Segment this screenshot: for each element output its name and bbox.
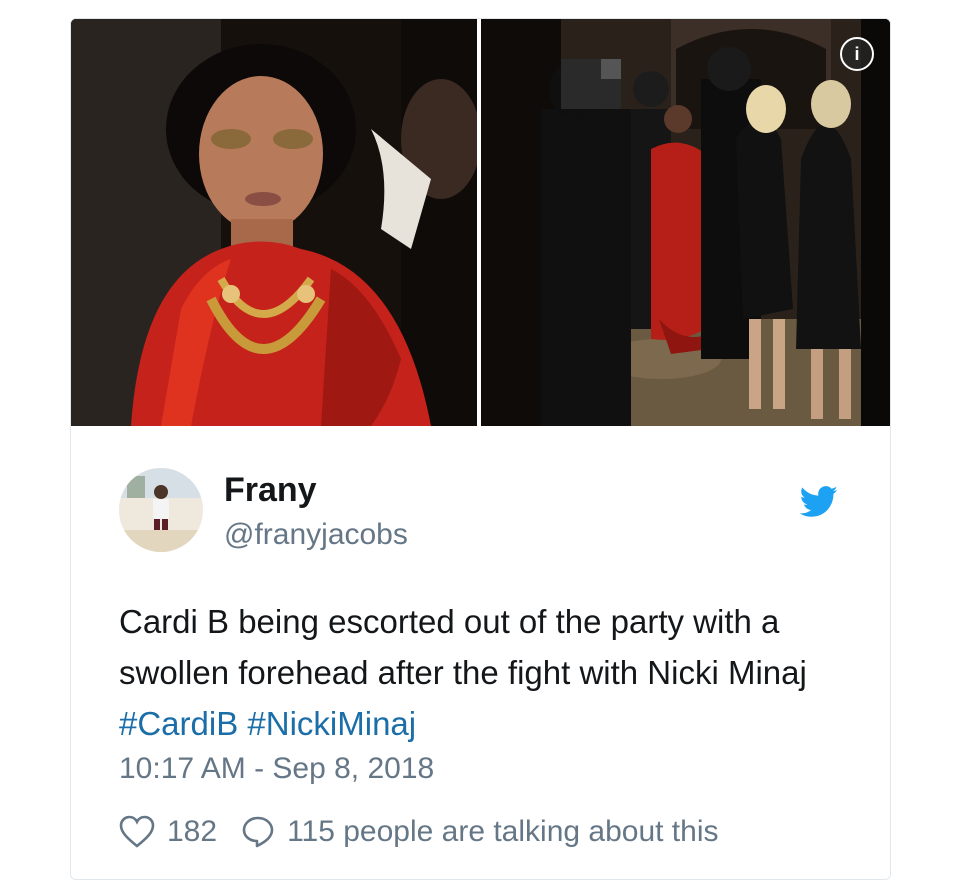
like-count[interactable]: 182 bbox=[167, 815, 217, 849]
comment-bubble-icon[interactable] bbox=[241, 815, 275, 849]
hashtag-cardib[interactable]: #CardiB bbox=[119, 705, 238, 742]
tweet-actions: 182 115 people are talking about this bbox=[119, 812, 719, 852]
avatar-illustration bbox=[119, 468, 203, 552]
hashtag-nickiminaj[interactable]: #NickiMinaj bbox=[247, 705, 416, 742]
tweet-timestamp[interactable]: 10:17 AM - Sep 8, 2018 bbox=[119, 752, 434, 786]
heart-icon[interactable] bbox=[119, 815, 155, 849]
author-handle[interactable]: @franyjacobs bbox=[224, 518, 408, 552]
avatar[interactable] bbox=[119, 468, 203, 552]
twitter-bird-icon[interactable] bbox=[799, 486, 839, 518]
tweet-text: Cardi B being escorted out of the party … bbox=[119, 596, 849, 749]
talking-about-text[interactable]: 115 people are talking about this bbox=[287, 815, 718, 849]
media-photo-right[interactable] bbox=[481, 19, 890, 426]
photo-left-illustration bbox=[71, 19, 477, 426]
author-name[interactable]: Frany bbox=[224, 471, 317, 510]
embedded-tweet-card[interactable]: i Frany @franyjacobs Cardi B being escor… bbox=[70, 18, 891, 880]
tweet-body: Frany @franyjacobs Cardi B being escorte… bbox=[71, 426, 890, 879]
media-photo-left[interactable] bbox=[71, 19, 477, 426]
photo-right-illustration bbox=[481, 19, 890, 426]
tweet-media[interactable]: i bbox=[71, 19, 890, 426]
tweet-text-main: Cardi B being escorted out of the party … bbox=[119, 603, 807, 691]
info-icon[interactable]: i bbox=[840, 37, 874, 71]
